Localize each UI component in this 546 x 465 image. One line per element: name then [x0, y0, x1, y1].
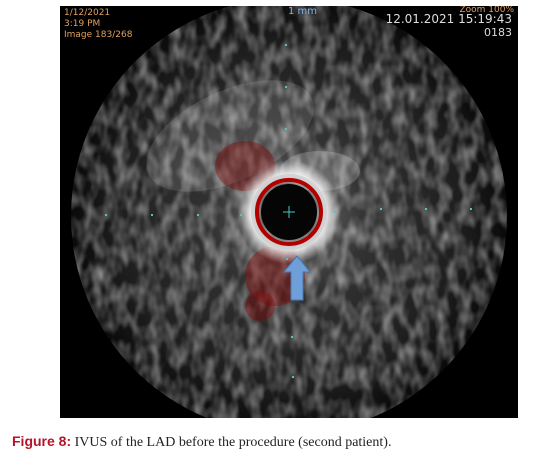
ivus-scan [71, 6, 507, 418]
overlay-timestamp: 12.01.2021 15:19:43 [385, 12, 512, 26]
overlay-time: 3:19 PM [64, 19, 101, 29]
ivus-image: 1/12/2021 3:19 PM Image 183/268 1 mm Zoo… [60, 6, 518, 418]
overlay-date: 1/12/2021 [64, 8, 111, 18]
figure-caption: Figure 8: IVUS of the LAD before the pro… [12, 433, 536, 451]
overlay-scale: 1 mm [288, 6, 318, 17]
caption-text: IVUS of the LAD before the procedure (se… [74, 435, 392, 450]
overlay-frame: 0183 [484, 26, 512, 39]
overlay-info: 1/12/2021 3:19 PM Image 183/268 [64, 8, 132, 41]
caption-label: Figure 8: [12, 433, 72, 449]
overlay-image-index: Image 183/268 [64, 30, 133, 40]
